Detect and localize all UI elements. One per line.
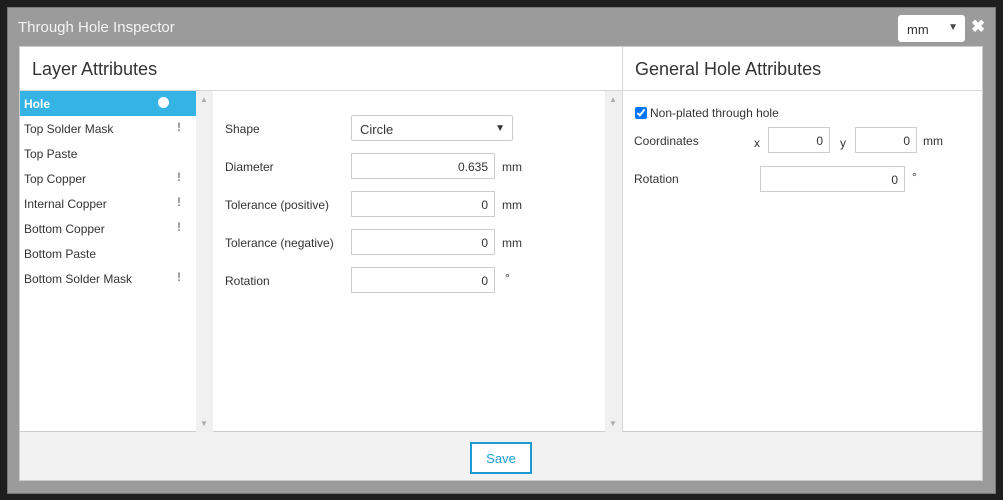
npth-label: Non-plated through hole [650, 106, 779, 120]
layer-item-bottom-copper[interactable]: Bottom Copper! [20, 216, 196, 241]
shape-label: Shape [225, 122, 260, 136]
rotation-input[interactable]: 0 [351, 267, 495, 293]
layer-list-scrollbar[interactable]: ▲ ▼ [196, 91, 213, 432]
npth-checkbox[interactable] [635, 107, 647, 119]
selected-dot-icon [158, 97, 169, 108]
form-scrollbar[interactable]: ▲ ▼ [605, 91, 622, 432]
warning-icon: ! [177, 270, 181, 284]
content-panel: Layer Attributes Hole Top Solder Mask! T… [19, 46, 983, 432]
x-input[interactable]: 0 [768, 127, 830, 153]
layer-item-top-solder-mask[interactable]: Top Solder Mask! [20, 116, 196, 141]
layer-item-top-paste[interactable]: Top Paste [20, 141, 196, 166]
layer-item-label: Top Solder Mask [24, 122, 114, 136]
general-rotation-input[interactable]: 0 [760, 166, 905, 192]
layer-item-label: Top Paste [24, 147, 78, 161]
layer-item-bottom-solder-mask[interactable]: Bottom Solder Mask! [20, 266, 196, 291]
warning-icon: ! [177, 120, 181, 134]
close-icon[interactable]: ✖ [971, 17, 985, 37]
dialog-title: Through Hole Inspector [18, 19, 175, 36]
tolerance-negative-input[interactable]: 0 [351, 229, 495, 255]
general-hole-attributes-header: General Hole Attributes [623, 47, 982, 91]
layer-item-label: Bottom Paste [24, 247, 97, 261]
diameter-input[interactable]: 0.635 [351, 153, 495, 179]
unit-value: mm [907, 22, 929, 37]
rotation-label: Rotation [225, 274, 270, 288]
scroll-down-icon[interactable]: ▼ [609, 419, 617, 428]
diameter-label: Diameter [225, 160, 274, 174]
layer-item-internal-copper[interactable]: Internal Copper! [20, 191, 196, 216]
dialog-footer: Save [19, 432, 983, 481]
layer-item-hole[interactable]: Hole [20, 91, 196, 116]
through-hole-inspector-dialog: Through Hole Inspector mm ▼ ✖ Layer Attri… [7, 7, 996, 494]
unit-select[interactable]: mm ▼ [898, 15, 965, 42]
coordinates-unit: mm [923, 134, 943, 148]
warning-icon: ! [177, 195, 181, 209]
scroll-down-icon[interactable]: ▼ [200, 419, 208, 428]
y-input[interactable]: 0 [855, 127, 917, 153]
tolerance-positive-unit: mm [502, 198, 522, 212]
shape-select[interactable]: Circle ▼ [351, 115, 513, 141]
shape-value: Circle [360, 122, 394, 137]
tolerance-positive-input[interactable]: 0 [351, 191, 495, 217]
tolerance-negative-label: Tolerance (negative) [225, 236, 334, 250]
layer-item-bottom-paste[interactable]: Bottom Paste [20, 241, 196, 266]
chevron-down-icon: ▼ [948, 22, 958, 33]
layer-item-label: Internal Copper [24, 197, 107, 211]
y-label: y [840, 136, 846, 150]
coordinates-label: Coordinates [634, 134, 699, 148]
tolerance-positive-label: Tolerance (positive) [225, 198, 330, 212]
tolerance-negative-unit: mm [502, 236, 522, 250]
general-rotation-unit: ° [912, 170, 917, 184]
x-label: x [754, 136, 760, 150]
save-button[interactable]: Save [470, 442, 532, 474]
layer-item-top-copper[interactable]: Top Copper! [20, 166, 196, 191]
chevron-down-icon: ▼ [495, 123, 505, 134]
layer-item-label: Top Copper [24, 172, 87, 186]
scroll-up-icon[interactable]: ▲ [200, 95, 208, 104]
layer-list: Hole Top Solder Mask! Top Paste Top Copp… [20, 91, 196, 432]
layer-item-label: Bottom Copper [24, 222, 105, 236]
general-rotation-label: Rotation [634, 172, 679, 186]
divider [622, 91, 623, 432]
scroll-up-icon[interactable]: ▲ [609, 95, 617, 104]
warning-icon: ! [177, 220, 181, 234]
layer-attributes-header: Layer Attributes [20, 47, 623, 91]
layer-item-label: Hole [24, 97, 51, 111]
layer-item-label: Bottom Solder Mask [24, 272, 133, 286]
npth-checkbox-row[interactable]: Non-plated through hole [635, 106, 779, 120]
diameter-unit: mm [502, 160, 522, 174]
warning-icon: ! [177, 170, 181, 184]
rotation-unit: ° [505, 271, 510, 285]
